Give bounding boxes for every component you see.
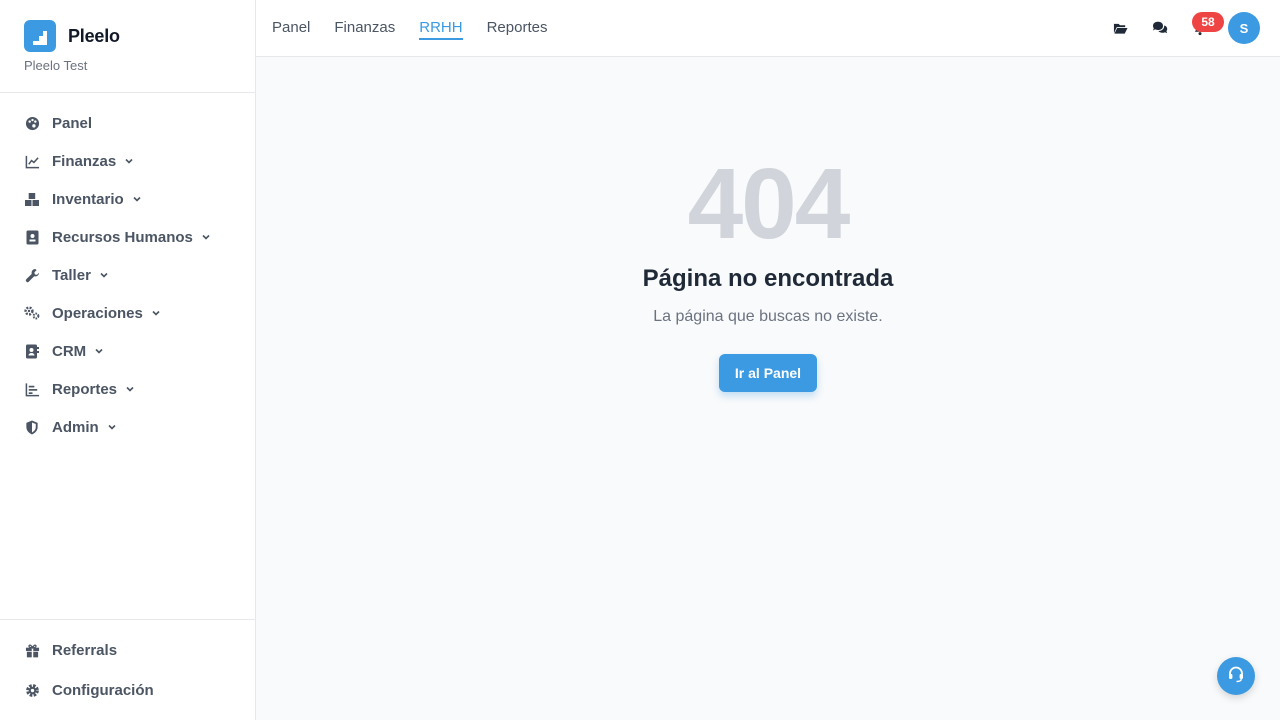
sidebar-item-label: Admin [52, 418, 99, 436]
user-avatar[interactable]: S [1228, 12, 1260, 44]
sidebar-item-label: Referrals [52, 641, 118, 659]
sidebar-item-taller[interactable]: Taller [0, 256, 255, 294]
comments-icon[interactable] [1152, 20, 1168, 36]
sidebar-item-label: Reportes [52, 380, 118, 398]
chevron-down-icon [151, 307, 163, 319]
error-title: Página no encontrada [642, 265, 894, 292]
notification-badge: 58 [1192, 12, 1224, 32]
sidebar-item-configuracion[interactable]: Configuración [0, 670, 255, 710]
tab-panel[interactable]: Panel [272, 17, 310, 40]
error-message: La página que buscas no existe. [653, 308, 883, 325]
chevron-down-icon [94, 345, 106, 357]
error-code: 404 [687, 148, 851, 260]
sidebar: Pleelo Pleelo Test Panel Finanzas Invent… [0, 0, 256, 720]
address-book-icon [24, 343, 40, 359]
gift-icon [24, 642, 40, 658]
brand-subtitle: Pleelo Test [24, 58, 88, 73]
gear-icon [24, 682, 40, 698]
sidebar-footer: Referrals Configuración [0, 619, 255, 720]
sidebar-item-recursos-humanos[interactable]: Recursos Humanos [0, 218, 255, 256]
brand-header: Pleelo Pleelo Test [0, 0, 255, 93]
top-bar: Panel Finanzas RRHH Reportes 58 S [256, 0, 1280, 57]
sidebar-item-referrals[interactable]: Referrals [0, 630, 255, 670]
chevron-down-icon [107, 421, 119, 433]
sidebar-item-label: Operaciones [52, 304, 143, 322]
brand-name: Pleelo [68, 25, 120, 46]
tab-reportes[interactable]: Reportes [487, 17, 548, 40]
sidebar-nav: Panel Finanzas Inventario Recursos Human… [0, 93, 255, 446]
go-to-panel-button[interactable]: Ir al Panel [719, 354, 817, 392]
sidebar-item-label: Recursos Humanos [52, 228, 193, 246]
sidebar-item-admin[interactable]: Admin [0, 408, 255, 446]
tab-finanzas[interactable]: Finanzas [334, 17, 395, 40]
folder-open-icon[interactable] [1112, 20, 1128, 36]
top-nav-tabs: Panel Finanzas RRHH Reportes [272, 0, 571, 56]
headset-icon [1227, 665, 1245, 688]
sidebar-item-label: Panel [52, 114, 93, 132]
chart-line-icon [24, 153, 40, 169]
wrench-icon [24, 267, 40, 283]
gears-icon [24, 305, 40, 321]
sidebar-item-label: Taller [52, 266, 91, 284]
brand-row[interactable]: Pleelo [24, 20, 231, 52]
tab-rrhh[interactable]: RRHH [419, 17, 463, 40]
sidebar-item-panel[interactable]: Panel [0, 104, 255, 142]
sidebar-item-operaciones[interactable]: Operaciones [0, 294, 255, 332]
sidebar-item-reportes[interactable]: Reportes [0, 370, 255, 408]
chevron-down-icon [201, 231, 213, 243]
sidebar-item-finanzas[interactable]: Finanzas [0, 142, 255, 180]
chevron-down-icon [125, 383, 137, 395]
sidebar-item-label: Configuración [52, 681, 154, 699]
sidebar-item-label: Finanzas [52, 152, 117, 170]
help-button[interactable] [1217, 657, 1255, 695]
sidebar-item-crm[interactable]: CRM [0, 332, 255, 370]
id-badge-icon [24, 229, 40, 245]
shield-icon [24, 419, 40, 435]
chevron-down-icon [99, 269, 111, 281]
brand-logo-icon [24, 20, 56, 52]
chevron-down-icon [132, 193, 144, 205]
sidebar-item-inventario[interactable]: Inventario [0, 180, 255, 218]
chevron-down-icon [124, 155, 136, 167]
sidebar-item-label: Inventario [52, 190, 124, 208]
bar-chart-icon [24, 381, 40, 397]
palette-icon [24, 115, 40, 131]
main-content: 404 Página no encontrada La página que b… [256, 57, 1280, 720]
sidebar-item-label: CRM [52, 342, 87, 360]
boxes-icon [24, 191, 40, 207]
